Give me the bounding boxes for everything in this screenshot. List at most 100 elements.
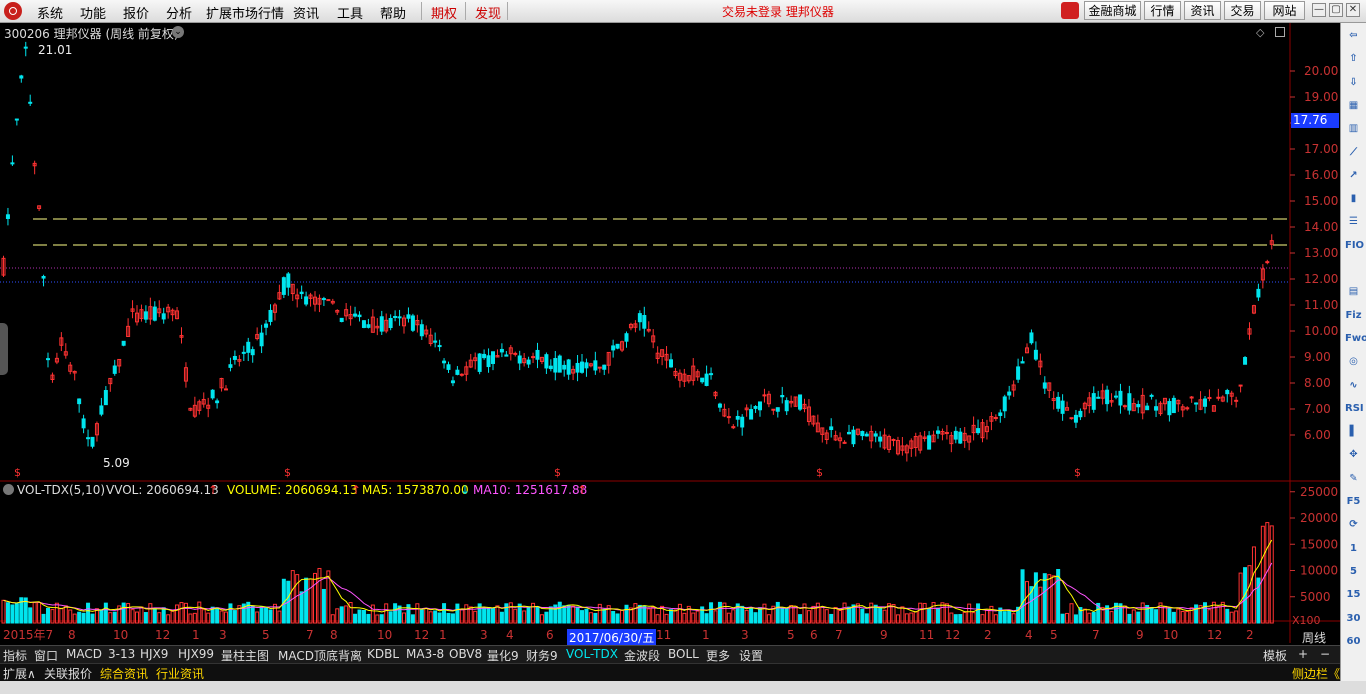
menu-help[interactable]: 帮助 bbox=[380, 3, 406, 22]
candle-body bbox=[513, 352, 518, 355]
date-axis-tick: 5 bbox=[262, 628, 270, 642]
refresh-icon[interactable]: ⟳ bbox=[1345, 516, 1362, 533]
maximize-button[interactable]: ▢ bbox=[1329, 3, 1343, 17]
finance-icon[interactable] bbox=[1345, 260, 1362, 277]
kline-chart[interactable]: 20.0019.0018.0017.0016.0015.0014.0013.00… bbox=[0, 23, 1340, 645]
tab-finance9[interactable]: 财务9 bbox=[526, 647, 558, 664]
candle-body bbox=[615, 343, 620, 349]
tab-macd-divergence[interactable]: MACD顶底背离 bbox=[278, 647, 362, 664]
menu-tools[interactable]: 工具 bbox=[337, 3, 363, 22]
tab-hjx9[interactable]: HJX9 bbox=[140, 647, 168, 661]
candle-body bbox=[455, 369, 460, 375]
date-axis-tick: 8 bbox=[68, 628, 76, 642]
candle-icon[interactable]: ▮ bbox=[1345, 190, 1362, 207]
fifteen-icon[interactable]: 15 bbox=[1345, 586, 1362, 603]
candle-body bbox=[847, 431, 851, 435]
template-button[interactable]: 模板 bbox=[1263, 647, 1287, 664]
tab-vol-tdx[interactable]: VOL-TDX bbox=[566, 647, 618, 661]
bar-icon[interactable]: ▌ bbox=[1345, 423, 1362, 440]
zoom-in-icon[interactable]: + bbox=[1298, 647, 1308, 661]
tab-settings[interactable]: 设置 bbox=[739, 647, 763, 664]
arrow-left-icon[interactable]: ⇦ bbox=[1345, 27, 1362, 44]
tab-hjx99[interactable]: HJX99 bbox=[178, 647, 214, 661]
menu-quote[interactable]: 报价 bbox=[123, 3, 149, 22]
move-icon[interactable]: ✥ bbox=[1345, 446, 1362, 463]
list-icon[interactable]: ☰ bbox=[1345, 213, 1362, 230]
volume-unit: X100 bbox=[1292, 614, 1321, 627]
tab-kdbl[interactable]: KDBL bbox=[367, 647, 399, 661]
volume-bar bbox=[976, 603, 981, 624]
trade-button[interactable]: 交易 bbox=[1224, 1, 1261, 20]
chevron-down-icon[interactable] bbox=[3, 484, 14, 495]
candle-body bbox=[998, 412, 1003, 416]
circle-icon[interactable]: ◎ bbox=[1345, 353, 1362, 370]
trend-icon[interactable]: ↗ bbox=[1345, 167, 1362, 184]
tab-more[interactable]: 更多 bbox=[706, 647, 730, 664]
fiz-icon[interactable]: Fiz bbox=[1345, 307, 1362, 324]
line-icon[interactable]: ⟋ bbox=[1345, 144, 1362, 161]
app-logo-icon[interactable] bbox=[4, 2, 22, 20]
candle-body bbox=[499, 348, 504, 353]
industry-news-tab[interactable]: 行业资讯 bbox=[156, 665, 204, 682]
menu-options[interactable]: 期权 bbox=[431, 3, 457, 22]
tab-window[interactable]: 窗口 bbox=[34, 647, 58, 664]
tab-macd[interactable]: MACD bbox=[66, 647, 102, 661]
volume-bar bbox=[669, 609, 673, 624]
tab-quant9[interactable]: 量化9 bbox=[487, 647, 519, 664]
book-icon[interactable]: ▤ bbox=[1345, 283, 1362, 300]
price-axis-tick: 19.00 bbox=[1304, 90, 1338, 104]
close-button[interactable]: ✕ bbox=[1346, 3, 1360, 17]
volume-bar bbox=[1060, 613, 1065, 624]
expand-handle[interactable] bbox=[0, 323, 8, 375]
arrow-down-icon[interactable]: ⇩ bbox=[1345, 74, 1362, 91]
one-icon[interactable]: 1 bbox=[1345, 540, 1362, 557]
menu-discover[interactable]: 发现 bbox=[475, 3, 501, 22]
fwo-icon[interactable]: Fwo bbox=[1345, 330, 1366, 347]
thirty-icon[interactable]: 30 bbox=[1345, 610, 1362, 627]
menu-news[interactable]: 资讯 bbox=[293, 3, 319, 22]
shop-button[interactable]: 金融商城 bbox=[1084, 1, 1141, 20]
tab-ma3-8[interactable]: MA3-8 bbox=[406, 647, 444, 661]
general-news-tab[interactable]: 综合资讯 bbox=[100, 665, 148, 682]
menu-extended-market[interactable]: 扩展市场行情 bbox=[206, 3, 284, 22]
candle-body bbox=[1136, 404, 1141, 408]
tab-golden-wave[interactable]: 金波段 bbox=[624, 647, 660, 664]
f10-icon[interactable]: FIO bbox=[1345, 237, 1364, 254]
wave-icon[interactable]: ∿ bbox=[1345, 377, 1362, 394]
pen-icon[interactable]: ✎ bbox=[1345, 470, 1362, 487]
news-button[interactable]: 资讯 bbox=[1184, 1, 1221, 20]
restore-panel-icon[interactable] bbox=[1275, 27, 1285, 37]
tab-3-13[interactable]: 3-13 bbox=[108, 647, 135, 661]
date-axis-tick: 2 bbox=[984, 628, 992, 642]
candle-body bbox=[575, 362, 580, 373]
sixty-icon[interactable]: 60 bbox=[1345, 633, 1362, 650]
sidebar-toggle[interactable]: 侧边栏《 bbox=[1292, 665, 1340, 682]
menu-analysis[interactable]: 分析 bbox=[166, 3, 192, 22]
kline-icon[interactable]: ▥ bbox=[1345, 120, 1362, 137]
five-icon[interactable]: 5 bbox=[1345, 563, 1362, 580]
tab-volume-bar-main[interactable]: 量柱主图 bbox=[221, 647, 269, 664]
volume-bar bbox=[161, 607, 166, 624]
tab-obv8[interactable]: OBV8 bbox=[449, 647, 482, 661]
minimize-button[interactable]: — bbox=[1312, 3, 1326, 17]
chevron-down-icon[interactable]: ⌄ bbox=[172, 26, 184, 38]
website-button[interactable]: 网站 bbox=[1264, 1, 1305, 20]
menu-function[interactable]: 功能 bbox=[80, 3, 106, 22]
arrow-up-icon[interactable]: ⇧ bbox=[1345, 50, 1362, 67]
tab-boll[interactable]: BOLL bbox=[668, 647, 699, 661]
rsi-icon[interactable]: RSI bbox=[1345, 400, 1364, 417]
candle-body bbox=[437, 345, 442, 348]
shop-icon[interactable] bbox=[1061, 2, 1079, 19]
tab-indicator[interactable]: 指标 bbox=[3, 647, 27, 664]
menu-system[interactable]: 系统 bbox=[37, 3, 63, 22]
candle-body bbox=[624, 333, 629, 342]
quote-button[interactable]: 行情 bbox=[1144, 1, 1181, 20]
zoom-out-icon[interactable]: − bbox=[1320, 647, 1330, 661]
diamond-icon[interactable]: ◇ bbox=[1256, 26, 1264, 39]
related-quotes-tab[interactable]: 关联报价 bbox=[44, 665, 92, 682]
f5-icon[interactable]: F5 bbox=[1345, 493, 1362, 510]
expand-tab[interactable]: 扩展∧ bbox=[3, 665, 36, 682]
price-axis-tick: 13.00 bbox=[1304, 246, 1338, 260]
grid-icon[interactable]: ▦ bbox=[1345, 97, 1362, 114]
candle-body bbox=[286, 273, 291, 288]
